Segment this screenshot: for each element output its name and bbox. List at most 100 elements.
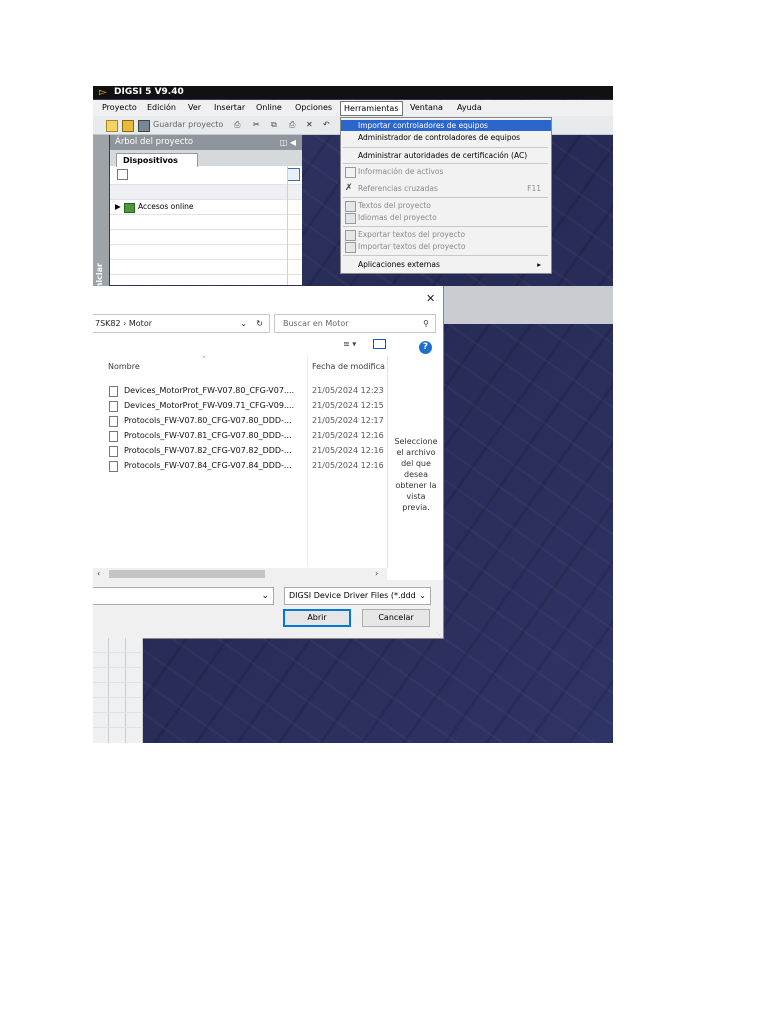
save-project-button[interactable]: Guardar proyecto (153, 116, 223, 134)
preview-pane-icon[interactable] (372, 339, 386, 349)
cut-icon[interactable]: ✂ (253, 116, 260, 134)
file-name: Protocols_FW-V07.80_CFG-V07.80_DDD-... (124, 416, 292, 425)
grid-line (93, 727, 143, 728)
grid-line (93, 697, 143, 698)
file-icon (109, 416, 118, 427)
menu-ventana[interactable]: Ventana (410, 100, 443, 116)
tree-item-accesos-online[interactable]: ▶ Accesos online (110, 200, 302, 215)
search-placeholder: Buscar en Motor (283, 319, 349, 328)
print-icon[interactable]: ⎙ (234, 116, 240, 134)
menu-item-label: Idiomas del proyecto (358, 213, 437, 222)
tree-blank-row (110, 185, 302, 200)
submenu-arrow-icon: ▸ (537, 260, 541, 269)
scrollbar-thumb[interactable] (109, 570, 265, 578)
chevron-down-icon[interactable]: ⌄ (261, 588, 269, 604)
project-tree-header: Árbol del proyecto ◫ ◀ (110, 135, 302, 150)
export-texts-icon (345, 230, 356, 241)
tree-column-divider (287, 166, 288, 285)
menu-item-exportar-textos[interactable]: Exportar textos del proyecto (341, 229, 551, 241)
undo-icon[interactable]: ↶ (323, 116, 330, 134)
menu-divider (343, 255, 548, 256)
menu-item-aplicaciones-externas[interactable]: Aplicaciones externas ▸ (341, 259, 551, 270)
copy-icon[interactable]: ⧉ (271, 116, 277, 134)
close-icon[interactable]: ✕ (426, 292, 435, 305)
menu-item-label: Aplicaciones externas (358, 260, 440, 269)
menu-item-idiomas-proyecto[interactable]: Idiomas del proyecto (341, 212, 551, 224)
refresh-icon[interactable]: ↻ (256, 315, 263, 332)
expand-arrow-icon[interactable]: ▶ (115, 200, 121, 214)
chevron-down-icon[interactable]: ⌄ (419, 588, 426, 604)
project-tree-title: Árbol del proyecto (115, 137, 194, 147)
file-name: Protocols_FW-V07.84_CFG-V07.84_DDD-... (124, 461, 292, 470)
menu-online[interactable]: Online (256, 100, 282, 116)
menu-divider (343, 163, 548, 164)
tree-empty-row (110, 230, 302, 245)
title-bar: ▻ DIGSI 5 V9.40 (93, 86, 613, 99)
menu-item-importar-textos[interactable]: Importar textos del proyecto (341, 241, 551, 253)
file-row[interactable]: Protocols_FW-V07.82_CFG-V07.82_DDD-... 2… (109, 444, 389, 458)
online-access-icon (124, 203, 135, 213)
horizontal-scrollbar[interactable]: ‹ › (93, 568, 387, 580)
column-header-name[interactable]: Nombre (108, 362, 140, 371)
file-row[interactable]: Devices_MotorProt_FW-V09.71_CFG-V09.... … (109, 399, 389, 413)
menu-item-shortcut: F11 (527, 184, 541, 193)
menu-edicion[interactable]: Edición (147, 100, 176, 116)
file-icon (109, 386, 118, 397)
file-type-select[interactable]: DIGSI Device Driver Files (*.ddd ⌄ (284, 587, 431, 605)
breadcrumb[interactable]: 7SK82 › Motor (95, 315, 152, 332)
menu-item-label: Información de activos (358, 167, 444, 176)
help-icon[interactable]: ? (419, 341, 432, 354)
menu-item-administrador-controladores[interactable]: Administrador de controladores de equipo… (341, 132, 551, 143)
menu-item-label: Referencias cruzadas (358, 184, 438, 193)
menu-ver[interactable]: Ver (188, 100, 201, 116)
paste-icon[interactable]: ⎙ (289, 116, 295, 134)
grid-line (93, 652, 143, 653)
menu-item-textos-proyecto[interactable]: Textos del proyecto (341, 200, 551, 212)
view-options-icon[interactable]: ≡ ▾ (343, 340, 356, 349)
address-bar[interactable]: 7SK82 › Motor ⌄ ↻ (93, 314, 270, 333)
scroll-left-icon[interactable]: ‹ (97, 568, 100, 580)
scroll-right-icon[interactable]: › (375, 568, 378, 580)
file-icon (109, 431, 118, 442)
file-row[interactable]: Protocols_FW-V07.84_CFG-V07.84_DDD-... 2… (109, 459, 389, 473)
menu-divider (343, 147, 548, 148)
tab-dispositivos[interactable]: Dispositivos (116, 153, 198, 167)
menu-item-referencias-cruzadas[interactable]: ✗ Referencias cruzadas F11 (341, 183, 551, 194)
menu-insertar[interactable]: Insertar (214, 100, 245, 116)
file-name: Protocols_FW-V07.82_CFG-V07.82_DDD-... (124, 446, 292, 455)
menu-herramientas[interactable]: Herramientas (340, 101, 403, 116)
open-button[interactable]: Abrir (283, 609, 351, 627)
menu-item-label: Importar controladores de equipos (358, 121, 488, 130)
cancel-button[interactable]: Cancelar (362, 609, 430, 627)
column-header-date[interactable]: Fecha de modifica (312, 362, 385, 371)
file-row[interactable]: Devices_MotorProt_FW-V07.80_CFG-V07.... … (109, 384, 389, 398)
file-row[interactable]: Protocols_FW-V07.80_CFG-V07.80_DDD-... 2… (109, 414, 389, 428)
search-icon: ⚲ (423, 319, 429, 328)
menu-item-informacion-activos[interactable]: Información de activos (341, 166, 551, 178)
file-icon (109, 461, 118, 472)
file-name: Protocols_FW-V07.81_CFG-V07.80_DDD-... (124, 431, 292, 440)
menu-ayuda[interactable]: Ayuda (457, 100, 482, 116)
menu-opciones[interactable]: Opciones (295, 100, 332, 116)
collapse-icon[interactable]: ◫ ◀ (280, 135, 296, 150)
tree-overview-icon[interactable] (117, 169, 128, 180)
app-title: DIGSI 5 V9.40 (114, 87, 184, 97)
menu-proyecto[interactable]: Proyecto (102, 100, 137, 116)
open-file-dialog: ✕ 7SK82 › Motor ⌄ ↻ Buscar en Motor ⚲ ≡ … (93, 286, 444, 639)
grid-line (93, 712, 143, 713)
file-name: Devices_MotorProt_FW-V07.80_CFG-V07.... (124, 386, 295, 395)
resize-grip-icon[interactable]: ⋱ (436, 632, 442, 639)
search-input[interactable]: Buscar en Motor ⚲ (274, 314, 436, 333)
file-icon (109, 446, 118, 457)
file-name-field[interactable]: ⌄ (93, 587, 274, 605)
menu-item-administrar-ac[interactable]: Administrar autoridades de certificación… (341, 150, 551, 161)
file-row[interactable]: Protocols_FW-V07.81_CFG-V07.80_DDD-... 2… (109, 429, 389, 443)
menu-item-label: Exportar textos del proyecto (358, 230, 466, 239)
dialog-footer: ⌄ DIGSI Device Driver Files (*.ddd ⌄ Abr… (93, 580, 443, 639)
menu-item-importar-controladores[interactable]: Importar controladores de equipos (341, 120, 551, 131)
file-icon (109, 401, 118, 412)
tree-view-icon[interactable] (287, 168, 300, 181)
chevron-down-icon[interactable]: ⌄ (240, 315, 247, 332)
asset-info-icon (345, 167, 356, 178)
delete-icon[interactable]: ✕ (306, 116, 313, 134)
